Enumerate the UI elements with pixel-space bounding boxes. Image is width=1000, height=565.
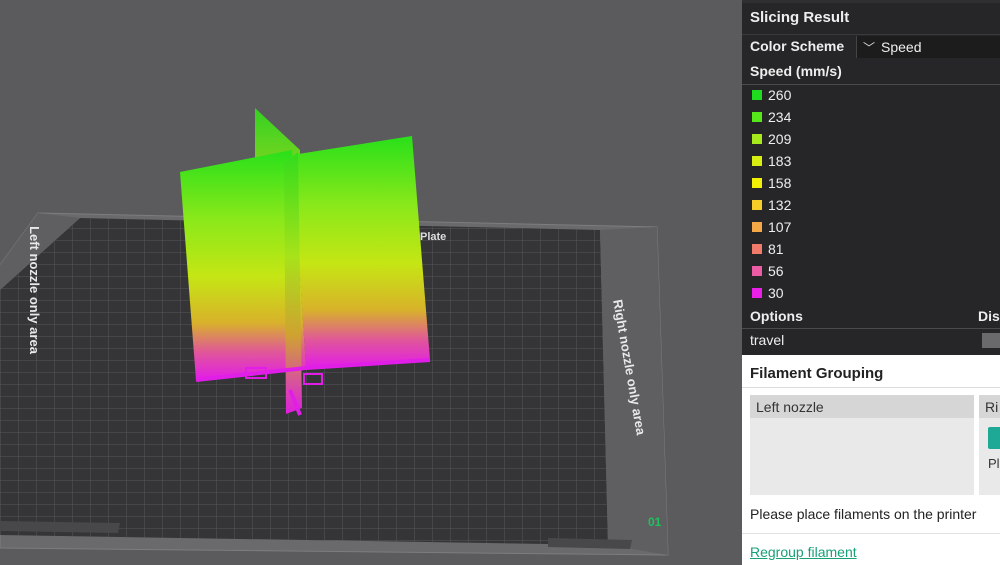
legend-value: 260: [768, 87, 792, 103]
filament-grouping-panel: Filament Grouping Left nozzle Ri Pl Plea…: [742, 355, 1000, 565]
legend-swatch: [752, 112, 762, 122]
options-label: Options: [750, 308, 803, 324]
right-nozzle-box[interactable]: Ri Pl: [979, 395, 1000, 495]
regroup-divider: [742, 533, 1000, 534]
plate-tab-left: [0, 521, 120, 533]
left-nozzle-header: Left nozzle: [750, 395, 974, 418]
speed-divider: [742, 84, 1000, 85]
travel-option-label: travel: [750, 332, 785, 348]
legend-swatch: [752, 200, 762, 210]
legend-swatch: [752, 90, 762, 100]
right-nozzle-label: Ri: [985, 399, 999, 415]
left-nozzle-box[interactable]: Left nozzle: [750, 395, 974, 495]
plate-label: Plate: [420, 231, 446, 243]
travel-display-toggle[interactable]: [982, 333, 1000, 348]
legend-value: 183: [768, 153, 792, 169]
legend-swatch: [752, 266, 762, 276]
title-divider: [742, 34, 1000, 35]
legend-swatch: [752, 222, 762, 232]
left-nozzle-label: Left nozzle: [756, 399, 824, 415]
legend-swatch: [752, 244, 762, 254]
color-scheme-label: Color Scheme: [750, 38, 845, 54]
legend-swatch: [752, 134, 762, 144]
right-nozzle-header: Ri: [979, 395, 1000, 418]
legend-swatch: [752, 288, 762, 298]
place-filaments-text: Please place filaments on the printer: [750, 506, 977, 522]
legend-value: 132: [768, 197, 792, 213]
filament-chip[interactable]: [988, 427, 1000, 449]
panel-title: Slicing Result: [750, 9, 850, 26]
model-right-wing[interactable]: [292, 136, 430, 368]
legend-value: 107: [768, 219, 792, 235]
legend-value: 158: [768, 175, 792, 191]
display-column-label: Dis: [978, 308, 1000, 324]
3d-viewport[interactable]: Left nozzle only area Right nozzle only …: [0, 0, 742, 565]
right-nozzle-sub: Pl: [988, 456, 1000, 471]
legend-value: 209: [768, 131, 792, 147]
legend-value: 234: [768, 109, 792, 125]
options-divider: [742, 328, 1000, 329]
speed-label: Speed (mm/s): [750, 63, 842, 79]
filament-grouping-title: Filament Grouping: [750, 365, 884, 382]
regroup-filament-link[interactable]: Regroup filament: [750, 544, 857, 560]
left-zone-label: Left nozzle only area: [27, 226, 42, 355]
legend-swatch: [752, 156, 762, 166]
legend-value: 30: [768, 285, 784, 301]
color-scheme-select[interactable]: ﹀ Speed: [856, 36, 1000, 58]
legend-value: 81: [768, 241, 784, 257]
filament-grouping-divider: [742, 387, 1000, 388]
legend-swatch: [752, 178, 762, 188]
chevron-down-icon: ﹀: [863, 41, 876, 55]
plate-index[interactable]: 01: [648, 515, 662, 529]
legend-value: 56: [768, 263, 784, 279]
viewport-canvas[interactable]: Left nozzle only area Right nozzle only …: [0, 0, 742, 565]
color-scheme-value: Speed: [881, 39, 922, 55]
